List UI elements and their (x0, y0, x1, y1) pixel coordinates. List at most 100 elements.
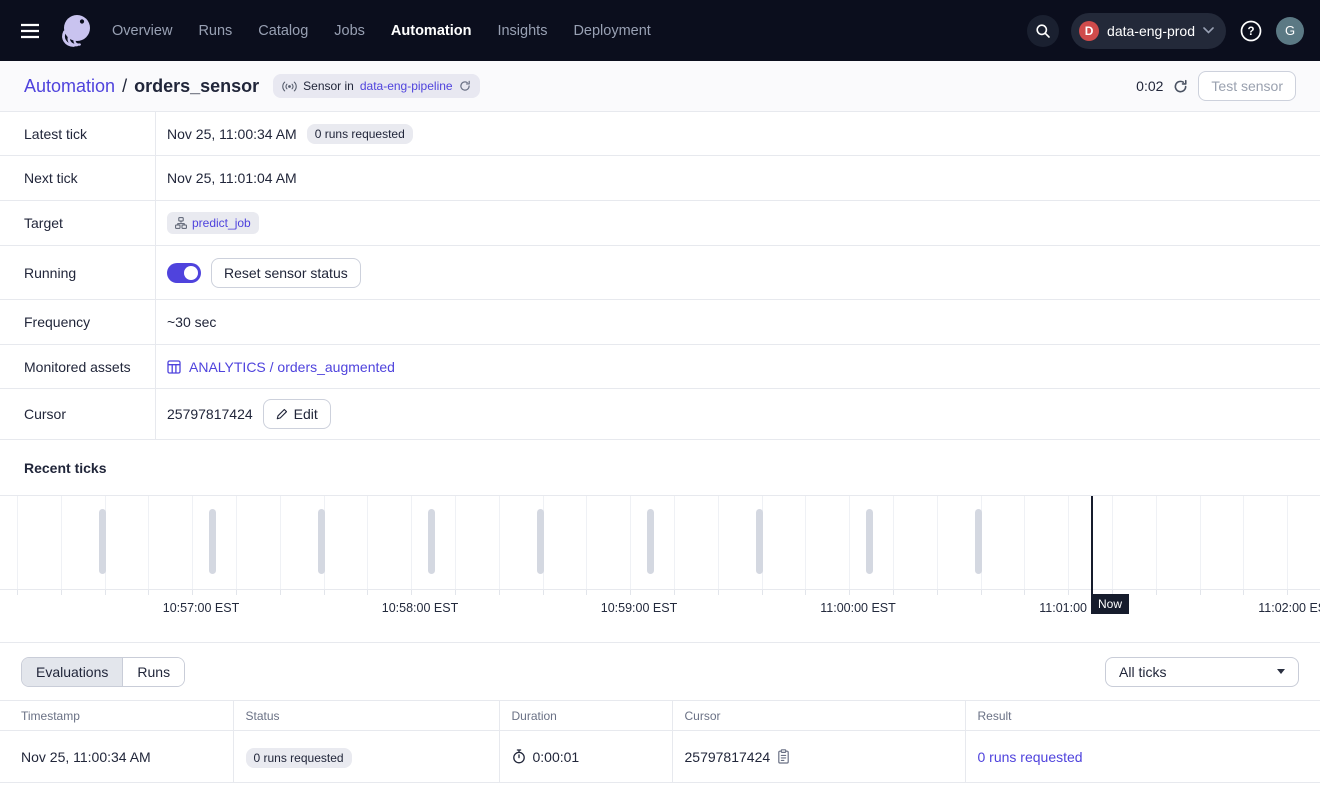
nav-item-runs[interactable]: Runs (198, 23, 232, 39)
col-cursor: Cursor (672, 701, 965, 731)
result-link[interactable]: 0 runs requested (978, 749, 1083, 765)
monitored-asset-name: ANALYTICS / orders_augmented (189, 359, 395, 375)
chevron-down-icon (1203, 27, 1214, 34)
axis-tick (455, 590, 456, 595)
top-nav: Overview Runs Catalog Jobs Automation In… (0, 0, 1320, 61)
gridline (937, 496, 938, 589)
avatar[interactable]: G (1276, 17, 1304, 45)
cursor-value: 25797817424 (167, 406, 253, 422)
gridline (455, 496, 456, 589)
next-tick-value: Nov 25, 11:01:04 AM (167, 170, 297, 186)
nav-item-automation[interactable]: Automation (391, 23, 472, 39)
deployment-switcher[interactable]: D data-eng-prod (1071, 13, 1226, 49)
next-tick-label: Next tick (0, 156, 156, 200)
asset-table-icon (167, 360, 181, 374)
row-running: Running Reset sensor status (0, 246, 1320, 300)
col-status: Status (233, 701, 499, 731)
gridline (1024, 496, 1025, 589)
axis-tick (893, 590, 894, 595)
col-duration: Duration (499, 701, 672, 731)
test-sensor-button[interactable]: Test sensor (1198, 71, 1296, 101)
cell-duration: 0:00:01 (533, 749, 580, 765)
axis-tick (17, 590, 18, 595)
axis-tick (499, 590, 500, 595)
monitored-asset-link[interactable]: ANALYTICS / orders_augmented (167, 359, 395, 375)
tick-bar[interactable] (99, 509, 106, 574)
gridline (586, 496, 587, 589)
axis-tick (1156, 590, 1157, 595)
gridline (1200, 496, 1201, 589)
breadcrumb-automation-link[interactable]: Automation (24, 76, 115, 97)
pencil-icon (276, 408, 288, 420)
svg-text:?: ? (1247, 26, 1254, 38)
tab-runs[interactable]: Runs (123, 658, 184, 686)
tick-bar[interactable] (537, 509, 544, 574)
tick-bar[interactable] (756, 509, 763, 574)
nav-item-deployment[interactable]: Deployment (573, 23, 650, 39)
nav-item-insights[interactable]: Insights (497, 23, 547, 39)
gridline (17, 496, 18, 589)
search-button[interactable] (1027, 15, 1059, 47)
tick-bar[interactable] (647, 509, 654, 574)
running-label: Running (0, 246, 156, 299)
gridline (192, 496, 193, 589)
page-title: orders_sensor (134, 76, 259, 97)
gridline (893, 496, 894, 589)
tick-bar[interactable] (975, 509, 982, 574)
latest-tick-status-badge: 0 runs requested (307, 124, 413, 144)
axis-tick (192, 590, 193, 595)
frequency-value: ~30 sec (167, 314, 216, 330)
tick-bar[interactable] (209, 509, 216, 574)
nav-item-overview[interactable]: Overview (112, 23, 172, 39)
gridline (718, 496, 719, 589)
tab-evaluations[interactable]: Evaluations (22, 658, 123, 686)
nav-item-catalog[interactable]: Catalog (258, 23, 308, 39)
monitored-assets-label: Monitored assets (0, 345, 156, 388)
code-location-link[interactable]: data-eng-pipeline (360, 79, 453, 93)
row-cursor: Cursor 25797817424 Edit (0, 389, 1320, 440)
gridline (630, 496, 631, 589)
target-label: Target (0, 201, 156, 245)
target-job-chip[interactable]: predict_job (167, 212, 259, 234)
refresh-icon[interactable] (1173, 79, 1188, 94)
axis-tick (105, 590, 106, 595)
axis-tick (1243, 590, 1244, 595)
tick-bar[interactable] (428, 509, 435, 574)
edit-button-label: Edit (294, 406, 318, 422)
menu-icon[interactable] (16, 17, 44, 45)
status-badge: 0 runs requested (246, 748, 352, 768)
axis-label: 11:00:00 EST (820, 601, 896, 615)
axis-tick (1200, 590, 1201, 595)
copy-cursor-icon[interactable] (777, 749, 790, 764)
latest-tick-label: Latest tick (0, 112, 156, 155)
axis-tick (586, 590, 587, 595)
axis-tick (367, 590, 368, 595)
gridline (1156, 496, 1157, 589)
running-toggle[interactable] (167, 263, 201, 283)
axis-tick (674, 590, 675, 595)
edit-cursor-button[interactable]: Edit (263, 399, 331, 429)
gridline (499, 496, 500, 589)
reload-location-icon[interactable] (459, 80, 471, 92)
nav-item-jobs[interactable]: Jobs (334, 23, 365, 39)
axis-tick (762, 590, 763, 595)
axis-tick (411, 590, 412, 595)
axis-label: 10:59:00 EST (601, 601, 677, 615)
tick-filter-dropdown[interactable]: All ticks (1105, 657, 1299, 687)
gridline (674, 496, 675, 589)
latest-tick-value: Nov 25, 11:00:34 AM (167, 126, 297, 142)
reset-sensor-status-button[interactable]: Reset sensor status (211, 258, 361, 288)
gridline (148, 496, 149, 589)
caret-down-icon (1277, 669, 1285, 674)
tick-bar[interactable] (866, 509, 873, 574)
col-timestamp: Timestamp (0, 701, 233, 731)
sensor-icon (282, 81, 297, 92)
dagster-logo-icon[interactable] (54, 9, 98, 53)
ticks-axis: 10:57:00 EST10:58:00 EST10:59:00 EST11:0… (0, 590, 1320, 642)
tick-bar[interactable] (318, 509, 325, 574)
now-line (1091, 496, 1093, 597)
axis-label: 11:02:00 EST (1258, 601, 1320, 615)
row-monitored-assets: Monitored assets ANALYTICS / orders_augm… (0, 345, 1320, 389)
axis-tick (236, 590, 237, 595)
help-button[interactable]: ? (1238, 18, 1264, 44)
